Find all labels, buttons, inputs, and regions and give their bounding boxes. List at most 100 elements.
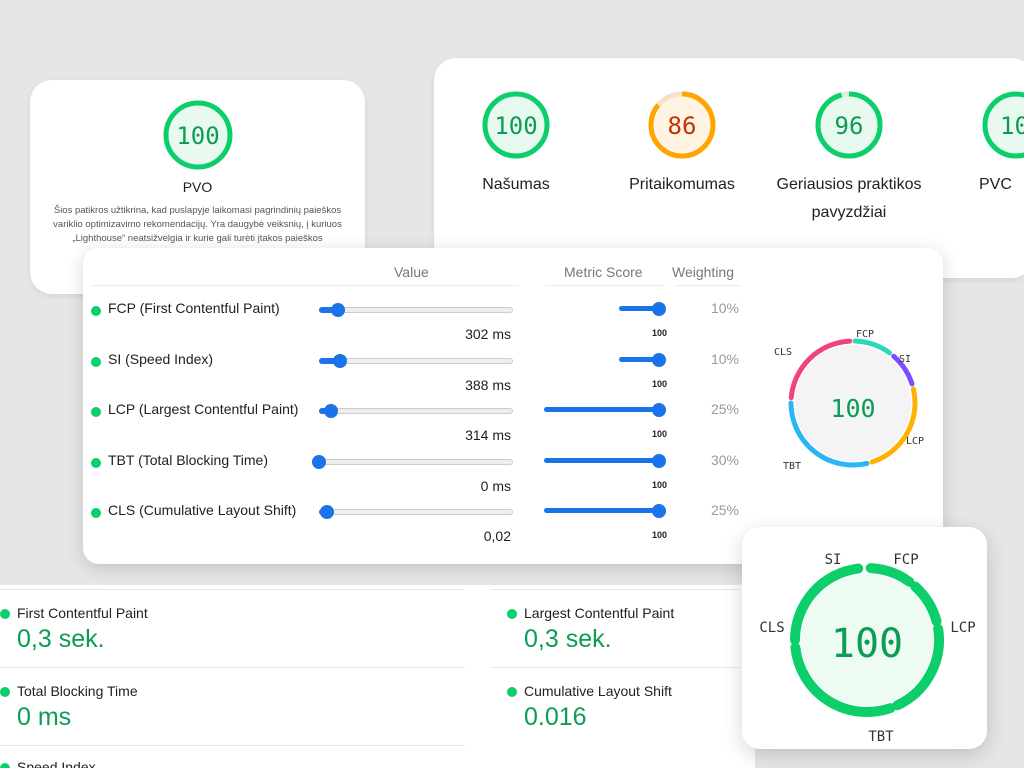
metric-row-value: 0 ms bbox=[480, 477, 511, 494]
metric-name: Cumulative Layout Shift bbox=[524, 683, 672, 699]
metric-row-score: 100 bbox=[651, 479, 667, 490]
ring-label-si: SI bbox=[825, 552, 842, 568]
gauge-best-practices[interactable]: 96 bbox=[815, 91, 883, 159]
metric-value: 0,3 sek. bbox=[17, 625, 105, 653]
metric-row-weight: 25% bbox=[710, 502, 739, 518]
header-divider bbox=[91, 285, 319, 286]
value-slider-handle[interactable] bbox=[333, 353, 348, 368]
category-gauges: 100 86 96 10 bbox=[482, 91, 1024, 159]
gauge-best-practices-value: 96 bbox=[835, 112, 864, 140]
ring-label-tbt: TBT bbox=[783, 461, 801, 472]
value-slider-track[interactable] bbox=[319, 458, 513, 465]
metric-pass-dot bbox=[91, 356, 101, 367]
score-slider-handle[interactable] bbox=[652, 453, 666, 468]
score-ring-card: 100 SI FCP LCP TBT CLS bbox=[742, 527, 987, 749]
column-header-metric-score: Metric Score bbox=[564, 264, 643, 280]
metrics-row-divider bbox=[490, 667, 740, 668]
ring-label-cls: CLS bbox=[774, 347, 792, 358]
metric-row-value: 0,02 bbox=[483, 528, 511, 544]
gauge-accessibility[interactable]: 86 bbox=[648, 91, 716, 159]
metric-ring-score: 100 bbox=[830, 394, 875, 423]
metric-pass-dot bbox=[91, 457, 101, 468]
score-slider-handle[interactable] bbox=[652, 504, 666, 518]
value-slider-track[interactable] bbox=[319, 509, 513, 515]
score-slider-handle[interactable] bbox=[652, 352, 666, 367]
metric-row: CLS (Cumulative Layout Shift) 0,02 100 25% bbox=[83, 500, 763, 551]
metric-row-name: CLS (Cumulative Layout Shift) bbox=[108, 502, 297, 518]
ring-label-fcp: FCP bbox=[856, 329, 874, 340]
score-slider-handle[interactable] bbox=[652, 302, 666, 316]
gauge-performance[interactable]: 100 bbox=[482, 91, 550, 159]
header-divider bbox=[319, 285, 519, 286]
metric-row-score: 100 bbox=[651, 378, 667, 389]
score-slider-handle[interactable] bbox=[652, 403, 666, 417]
metric-row-value: 388 ms bbox=[465, 376, 511, 393]
metrics-top-divider bbox=[490, 589, 740, 590]
gauge-seo[interactable]: 10 bbox=[982, 91, 1024, 159]
metric-pass-dot bbox=[0, 687, 10, 697]
header-divider bbox=[675, 285, 741, 286]
metric-name: First Contentful Paint bbox=[17, 605, 148, 621]
metric-row-weight: 25% bbox=[710, 401, 739, 417]
metric-pass-dot bbox=[91, 407, 101, 417]
category-label-best-practices: Geriausios praktikos pavyzdžiai bbox=[776, 176, 922, 221]
metric-pass-dot bbox=[91, 306, 101, 316]
score-ring-big[interactable]: 100 SI FCP LCP TBT CLS bbox=[742, 527, 987, 749]
metric-name: Total Blocking Time bbox=[17, 683, 138, 699]
ring-label-si: SI bbox=[899, 354, 911, 365]
value-slider-handle[interactable] bbox=[312, 454, 326, 469]
gauge-seo-value: 10 bbox=[1000, 112, 1024, 140]
seo-score-value: 100 bbox=[176, 122, 219, 150]
value-slider-handle[interactable] bbox=[331, 303, 346, 317]
metric-row-name: LCP (Largest Contentful Paint) bbox=[108, 401, 299, 417]
column-header-value: Value bbox=[394, 264, 429, 280]
gauge-accessibility-value: 86 bbox=[668, 112, 697, 140]
category-label-accessibility: Pritaikomumas bbox=[629, 176, 735, 193]
metric-row-score: 100 bbox=[651, 530, 667, 540]
seo-score-gauge[interactable]: 100 bbox=[160, 97, 236, 173]
metric-pass-dot bbox=[507, 687, 517, 697]
score-slider-fill bbox=[544, 457, 659, 463]
metric-row-weight: 30% bbox=[710, 451, 739, 468]
ring-label-lcp: LCP bbox=[906, 436, 924, 447]
metric-row-name: FCP (First Contentful Paint) bbox=[108, 300, 280, 316]
ring-label-fcp: FCP bbox=[893, 552, 918, 568]
metric-weight-ring[interactable]: 100 FCP SI LCP TBT CLS bbox=[773, 328, 933, 488]
metric-row: FCP (First Contentful Paint) 302 ms 100 10% bbox=[83, 298, 763, 349]
ring-label-tbt: TBT bbox=[868, 729, 894, 745]
metric-row: TBT (Total Blocking Time) 0 ms 100 30% bbox=[83, 450, 763, 501]
metric-pass-dot bbox=[507, 609, 517, 619]
value-slider-handle[interactable] bbox=[323, 404, 338, 418]
ring-label-cls: CLS bbox=[759, 620, 784, 636]
metric-name: Speed Index bbox=[17, 759, 96, 768]
metric-row-value: 314 ms bbox=[465, 427, 511, 443]
ring-label-lcp: LCP bbox=[950, 620, 975, 636]
value-slider-track[interactable] bbox=[319, 357, 513, 364]
value-slider-track[interactable] bbox=[319, 408, 513, 414]
metric-row-name: SI (Speed Index) bbox=[108, 350, 214, 367]
metric-pass-dot bbox=[0, 763, 10, 768]
metric-value: 0.016 bbox=[524, 703, 587, 731]
column-header-weighting: Weighting bbox=[672, 264, 735, 280]
score-slider-fill bbox=[544, 508, 659, 513]
header-divider bbox=[545, 285, 665, 286]
category-scores-card: 100 86 96 10 Našumas Pritaikomumas Geria… bbox=[434, 58, 1024, 278]
value-slider-track[interactable] bbox=[319, 307, 513, 313]
seo-label: PVO bbox=[182, 179, 213, 195]
value-slider-handle[interactable] bbox=[319, 505, 334, 519]
metric-row-weight: 10% bbox=[710, 300, 739, 316]
metric-details-card: First Contentful Paint 0,3 sek. Largest … bbox=[0, 585, 755, 768]
metric-pass-dot bbox=[91, 508, 101, 518]
metric-row-name: TBT (Total Blocking Time) bbox=[108, 451, 269, 468]
metric-row: SI (Speed Index) 388 ms 100 10% bbox=[83, 349, 763, 400]
score-slider-fill bbox=[544, 407, 659, 412]
metric-name: Largest Contentful Paint bbox=[524, 605, 675, 621]
metric-row-score: 100 bbox=[651, 429, 667, 439]
metric-row: LCP (Largest Contentful Paint) 314 ms 100 2… bbox=[83, 399, 763, 450]
score-ring-value: 100 bbox=[831, 621, 903, 667]
metric-pass-dot bbox=[0, 609, 10, 619]
category-label-seo: PVC bbox=[979, 176, 1012, 193]
metric-row-value: 302 ms bbox=[465, 326, 511, 342]
metric-table-card: Value Metric Score Weighting FCP (First … bbox=[83, 248, 943, 564]
metrics-row-divider bbox=[0, 667, 465, 668]
